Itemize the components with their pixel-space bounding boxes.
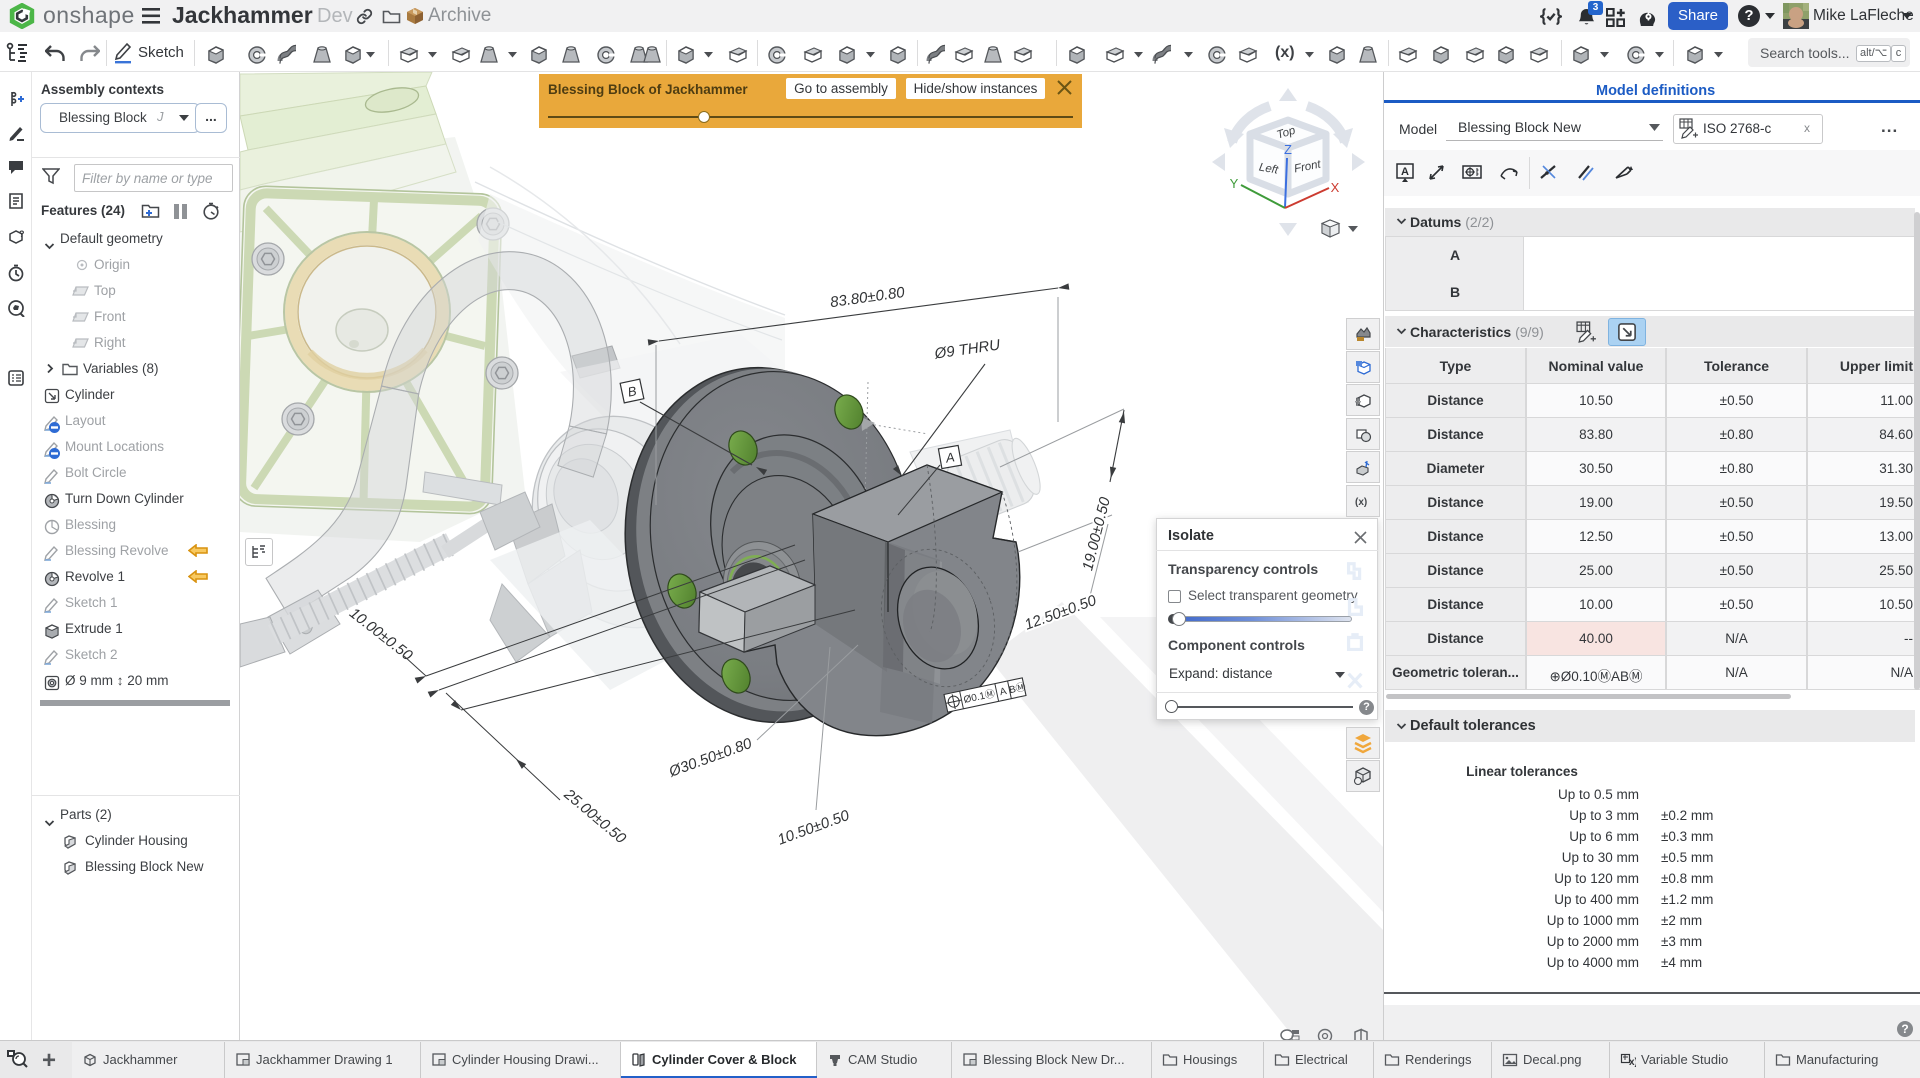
svg-text:Ø30.50±0.80: Ø30.50±0.80 [666, 735, 755, 781]
svg-text:Ø9 THRU: Ø9 THRU [933, 337, 1002, 363]
svg-text:?: ? [19, 229, 25, 239]
svg-text:10.50±0.50: 10.50±0.50 [775, 807, 852, 849]
svg-text:10.00±0.50: 10.00±0.50 [346, 605, 416, 665]
svg-text:19.00±0.50: 19.00±0.50 [1079, 495, 1114, 572]
svg-text:Z: Z [1284, 142, 1292, 157]
svg-text:{}: {} [1355, 396, 1361, 406]
svg-text:x): x) [1629, 1057, 1636, 1068]
svg-text:25.00±0.50: 25.00±0.50 [560, 785, 630, 847]
svg-text:(x): (x) [1355, 497, 1367, 508]
svg-text:83.80±0.80: 83.80±0.80 [829, 284, 906, 311]
svg-text:Y: Y [1230, 176, 1239, 191]
svg-text:X: X [1331, 180, 1340, 195]
svg-text:A: A [1401, 166, 1409, 178]
